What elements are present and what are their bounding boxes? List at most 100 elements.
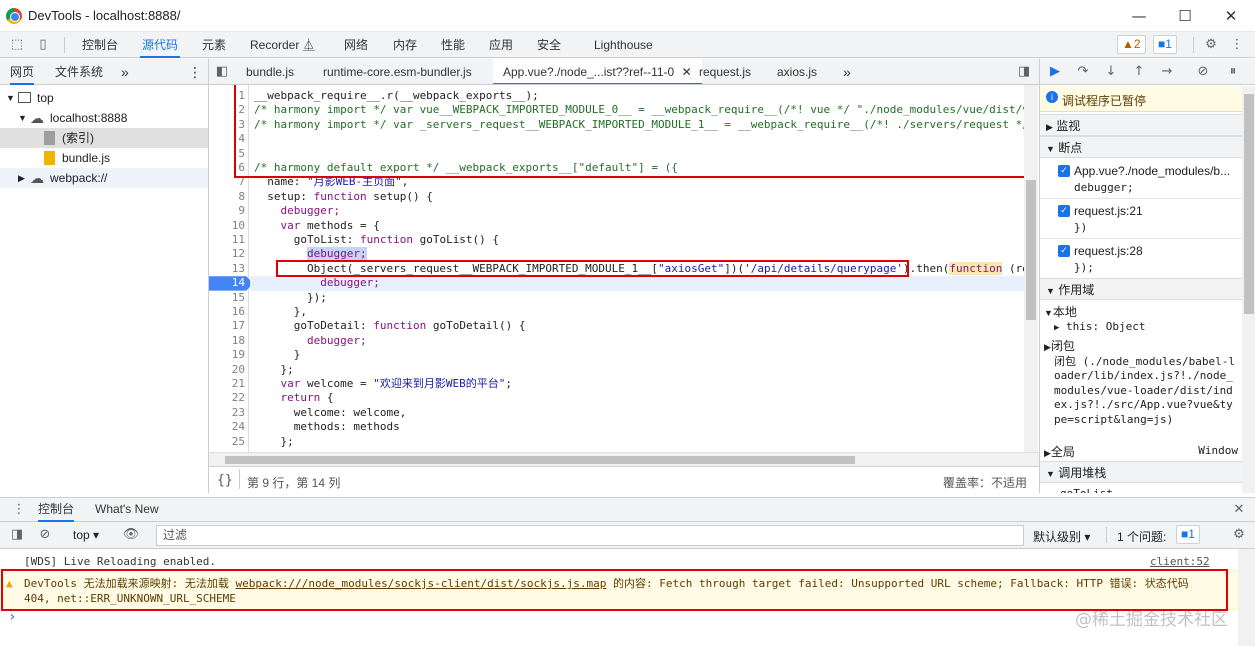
tab-application[interactable]: 应用 [487, 32, 515, 58]
console-scrollbar[interactable] [1238, 549, 1255, 646]
scope-local[interactable]: ▼本地 [1040, 303, 1242, 319]
tab-sources[interactable]: 源代码 [140, 32, 181, 58]
tree-item-top[interactable]: ▼ top [0, 88, 208, 108]
scrollbar-thumb[interactable] [1244, 94, 1254, 314]
callstack-frame[interactable]: goToList [1060, 487, 1255, 493]
toggle-debugger-icon[interactable]: ◨ [1015, 63, 1033, 81]
line-number[interactable]: 12 [209, 247, 245, 261]
scope-closure[interactable]: ▶闭包 [1040, 337, 1242, 353]
checkbox-checked-icon[interactable]: ✓ [1058, 205, 1070, 217]
code-vertical-scrollbar[interactable] [1024, 85, 1038, 452]
paused-line-number[interactable]: 14 [209, 276, 253, 291]
step-over-icon[interactable]: ↷ [1074, 63, 1092, 81]
line-number[interactable]: 18 [209, 334, 245, 348]
breakpoint-item[interactable]: ✓ request.js:28 }); [1040, 239, 1242, 279]
tree-item-localhost[interactable]: ▼ ☁ localhost:8888 [0, 108, 208, 128]
drawer-tab-whats-new[interactable]: What's New [95, 498, 159, 522]
live-expression-eye-icon[interactable]: 👁 [122, 526, 140, 544]
more-tabs-icon[interactable]: » [121, 59, 129, 85]
scope-closure-app[interactable]: 闭包 (./node_modules/babel-loader/lib/inde… [1054, 355, 1236, 427]
clear-console-icon[interactable]: ⊘ [36, 526, 54, 544]
tree-item-webpack[interactable]: ▶ ☁ webpack:// [0, 168, 208, 188]
more-options-icon[interactable]: ⋮ [188, 59, 202, 85]
step-out-icon[interactable]: ↑ [1130, 63, 1148, 81]
breakpoint-item[interactable]: ✓ App.vue?./node_modules/b... debugger; [1040, 159, 1242, 199]
line-number[interactable]: 22 [209, 391, 245, 405]
scrollbar-thumb[interactable] [1026, 180, 1036, 320]
section-watch[interactable]: ▶ 监视 [1040, 114, 1242, 136]
show-sidebar-icon[interactable]: ◨ [8, 526, 26, 544]
pretty-print-button[interactable]: {} [217, 473, 233, 488]
toggle-navigator-icon[interactable]: ◧ [213, 63, 231, 81]
close-drawer-button[interactable]: ✕ [1230, 501, 1248, 519]
log-levels-dropdown[interactable]: 默认级别 ▾ [1033, 528, 1090, 545]
line-number[interactable]: 13 [209, 262, 245, 276]
line-number[interactable]: 9 [209, 204, 245, 218]
breakpoint-item[interactable]: ✓ request.js:21 }) [1040, 199, 1242, 239]
close-tab-icon[interactable]: ✕ [682, 65, 692, 79]
step-icon[interactable]: → [1158, 63, 1176, 81]
editor-tab[interactable]: request.js [699, 59, 751, 84]
minimize-button[interactable]: — [1116, 0, 1162, 32]
message-source-link[interactable]: client:52 [1150, 555, 1210, 568]
close-window-button[interactable]: ✕ [1208, 0, 1254, 32]
line-number[interactable]: 24 [209, 420, 245, 434]
tab-recorder[interactable]: Recorder ⏅ [248, 32, 317, 58]
scope-this[interactable]: ▶ this: Object [1054, 320, 1255, 336]
settings-gear-icon[interactable]: ⚙ [1202, 36, 1220, 54]
console-filter-input[interactable]: 过滤 [156, 525, 1024, 546]
deactivate-breakpoints-icon[interactable]: ⊘ [1194, 63, 1212, 81]
debugger-scrollbar[interactable] [1242, 86, 1255, 493]
more-options-icon[interactable]: ⋮ [10, 501, 28, 519]
drawer-tab-console[interactable]: 控制台 [38, 498, 75, 522]
editor-tab[interactable]: bundle.js [246, 59, 294, 84]
line-number[interactable]: 17 [209, 319, 245, 333]
console-settings-gear-icon[interactable]: ⚙ [1230, 526, 1248, 544]
editor-tab[interactable]: runtime-core.esm-bundler.js [323, 59, 472, 84]
line-number[interactable]: 8 [209, 190, 245, 204]
checkbox-checked-icon[interactable]: ✓ [1058, 165, 1070, 177]
code-horizontal-scrollbar[interactable] [209, 452, 1039, 466]
pause-on-exceptions-icon[interactable]: ⏸ [1224, 63, 1242, 81]
warnings-badge[interactable]: ▲2 [1117, 35, 1146, 54]
section-callstack[interactable]: ▼ 调用堆栈 [1040, 461, 1242, 483]
tab-network[interactable]: 网络 [342, 32, 370, 58]
line-number[interactable]: 25 [209, 435, 245, 449]
line-number[interactable]: 15 [209, 291, 245, 305]
checkbox-checked-icon[interactable]: ✓ [1058, 245, 1070, 257]
more-tabs-icon[interactable]: » [843, 59, 851, 84]
more-options-icon[interactable]: ⋮ [1228, 36, 1246, 54]
tab-performance[interactable]: 性能 [439, 32, 467, 58]
device-toolbar-icon[interactable]: ▯ [34, 36, 52, 54]
tab-filesystem[interactable]: 文件系统 [55, 59, 103, 85]
code-editor[interactable]: 1 2 3 4 5 6 7 8 9 10 11 12 13 14 15 16 17 18 19 20 21 22 23 24 2… [209, 85, 1039, 452]
line-number[interactable]: 11 [209, 233, 245, 247]
line-number[interactable]: 19 [209, 348, 245, 362]
context-selector[interactable]: top ▾ [73, 528, 99, 542]
resume-icon[interactable]: ▶ [1046, 63, 1064, 81]
line-number[interactable]: 21 [209, 377, 245, 391]
tab-console[interactable]: 控制台 [80, 32, 120, 58]
step-into-icon[interactable]: ↓ [1102, 63, 1120, 81]
issues-badge[interactable]: ■1 [1153, 35, 1177, 54]
tab-page[interactable]: 网页 [10, 59, 35, 85]
editor-tab[interactable]: axios.js [777, 59, 817, 84]
line-number[interactable]: 10 [209, 219, 245, 233]
line-number[interactable]: 23 [209, 406, 245, 420]
tab-memory[interactable]: 内存 [391, 32, 419, 58]
section-breakpoints[interactable]: ▼ 断点 [1040, 136, 1242, 158]
editor-tab-active[interactable]: App.vue?./node_...ist??ref--11-0 ✕ [493, 59, 702, 84]
tree-item-bundle[interactable]: bundle.js [0, 148, 208, 168]
scrollbar-thumb[interactable] [225, 456, 855, 464]
issues-badge[interactable]: ■1 [1176, 525, 1200, 544]
console-prompt[interactable]: › [8, 609, 16, 625]
section-scope[interactable]: ▼ 作用域 [1040, 278, 1242, 300]
tab-security[interactable]: 安全 [535, 32, 563, 58]
line-number[interactable]: 16 [209, 305, 245, 319]
maximize-button[interactable]: ☐ [1162, 0, 1208, 32]
line-number[interactable]: 20 [209, 363, 245, 377]
tab-lighthouse[interactable]: Lighthouse [592, 32, 655, 58]
inspect-element-icon[interactable]: ⬚ [8, 36, 26, 54]
tab-elements[interactable]: 元素 [200, 32, 228, 58]
tree-item-index[interactable]: (索引) [0, 128, 208, 148]
